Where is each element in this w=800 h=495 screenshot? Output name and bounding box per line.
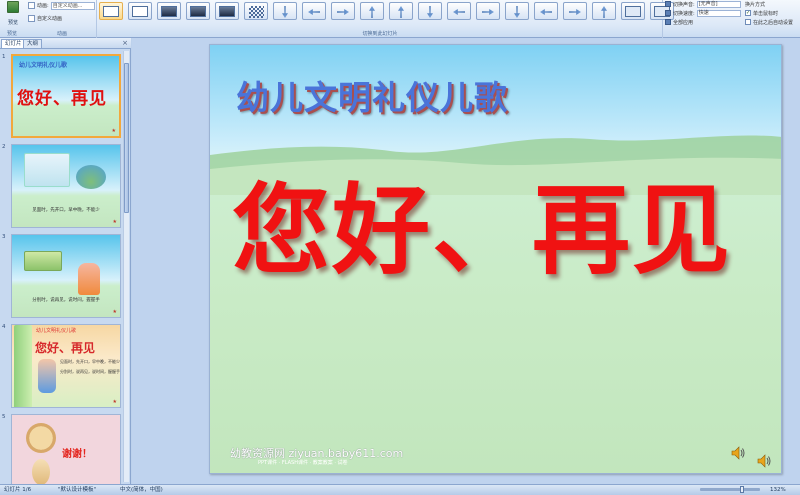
- custom-animation-icon: [28, 15, 35, 22]
- close-icon[interactable]: ×: [122, 39, 128, 48]
- auto-after-checkbox[interactable]: 在此之后自动设置: [745, 18, 793, 26]
- transition-push-up[interactable]: [360, 2, 384, 20]
- bear-body-illustration: [32, 459, 50, 485]
- transition-cover-left[interactable]: [534, 2, 558, 20]
- transitions-group-label: 切换到此幻灯片: [362, 31, 398, 37]
- transition-checker[interactable]: [244, 2, 268, 20]
- slide-thumbnail-4[interactable]: 4 幼儿文明礼仪儿歌 您好、再见 见面时，先开口，早中晚，不能少 分别时，说再见…: [1, 324, 123, 410]
- kids-greeting-illustration: [24, 153, 70, 187]
- slide-thumbnail-5[interactable]: 5 谢谢！: [1, 414, 123, 495]
- animation-dropdown[interactable]: 动画: 自定义动画...: [28, 1, 95, 10]
- transition-cover-up[interactable]: [592, 2, 616, 20]
- on-click-check[interactable]: ✓: [745, 10, 751, 16]
- animation-group-label: 动画: [56, 31, 67, 37]
- advance-header: 换片方式: [745, 1, 766, 8]
- transition-push-left[interactable]: [302, 2, 326, 20]
- preview-button[interactable]: 预览: [3, 1, 23, 29]
- slide-thumbnail-3[interactable]: 3 分别时，说再见，说时间，握握手 ★: [1, 234, 123, 320]
- slide-thumbnail-1[interactable]: 1 幼儿文明礼仪儿歌 您好、再见 ★: [1, 54, 123, 140]
- speaker-icon[interactable]: [756, 453, 772, 469]
- flower-border-illustration: [14, 325, 32, 407]
- on-click-checkbox[interactable]: ✓ 单击鼠标时: [745, 9, 778, 17]
- tab-slides[interactable]: 幻灯片: [1, 39, 26, 48]
- transition-sound-select[interactable]: [无声音]: [696, 0, 741, 8]
- pane-scroll-thumb[interactable]: [124, 63, 129, 213]
- apply-all-button[interactable]: 全部应用: [665, 18, 693, 26]
- transition-fade-black[interactable]: [157, 2, 181, 20]
- slide-position: 幻灯片 1/6: [4, 487, 32, 493]
- status-bar: 幻灯片 1/6 "默认设计模板" 中文(简体，中国) 132%: [0, 484, 800, 495]
- transition-push-down[interactable]: [273, 2, 297, 20]
- slide-title[interactable]: 幼儿文明礼仪儿歌: [236, 71, 508, 119]
- auto-after-check[interactable]: [745, 19, 751, 25]
- transition-dissolve[interactable]: [215, 2, 239, 20]
- transition-split-out[interactable]: [621, 2, 645, 20]
- current-slide[interactable]: 幼儿文明礼仪儿歌 您好、再见 幼教资源网 ziyuan.baby611.com …: [209, 44, 782, 474]
- sound-icon: [665, 1, 671, 7]
- thumbnail-4-canvas: 幼儿文明礼仪儿歌 您好、再见 见面时，先开口，早中晚，不能少 分别时，说再见，说…: [11, 324, 121, 408]
- transition-cut-black[interactable]: [186, 2, 210, 20]
- slide-editor: 幼儿文明礼仪儿歌 您好、再见 幼教资源网 ziyuan.baby611.com …: [132, 38, 800, 484]
- transition-settings: 切换声音: [无声音] 切换速度: 快速 全部应用 换片方式 ✓ 单击鼠标时 在…: [665, 0, 800, 38]
- animation-star-icon: ★: [112, 399, 117, 405]
- thumbnail-5-canvas: 谢谢！: [11, 414, 121, 495]
- transition-wipe-up[interactable]: [389, 2, 413, 20]
- globe-illustration: [76, 165, 106, 189]
- pane-tabs: 幻灯片 大纲 ×: [0, 38, 131, 49]
- zoom-slider[interactable]: [700, 488, 760, 491]
- thumbnail-1-canvas: 幼儿文明礼仪儿歌 您好、再见 ★: [11, 54, 121, 138]
- language-indicator[interactable]: 中文(简体，中国): [120, 485, 163, 495]
- bear-illustration: [26, 423, 56, 453]
- transition-cover-right[interactable]: [563, 2, 587, 20]
- transition-cover-down[interactable]: [505, 2, 529, 20]
- transition-wipe-left[interactable]: [447, 2, 471, 20]
- child-illustration: [38, 359, 56, 393]
- preview-group-label: 预览: [6, 31, 17, 37]
- watermark-subtext: PPT课件 · FLASH课件 · 教案教案 · 试卷: [258, 460, 348, 466]
- slide-headline[interactable]: 您好、再见: [232, 171, 732, 291]
- custom-animation-button[interactable]: 自定义动画: [28, 14, 62, 23]
- transition-wipe-right[interactable]: [476, 2, 500, 20]
- transition-push-right[interactable]: [331, 2, 355, 20]
- preview-icon: [7, 1, 19, 13]
- zoom-level[interactable]: 132%: [770, 485, 786, 495]
- preview-animation-group: 预览 动画: 自定义动画... 自定义动画 预览 动画: [0, 0, 97, 38]
- thumbnail-3-canvas: 分别时，说再见，说时间，握握手 ★: [11, 234, 121, 318]
- transition-wipe-down[interactable]: [418, 2, 442, 20]
- transition-fade[interactable]: [128, 2, 152, 20]
- apply-all-icon: [665, 19, 671, 25]
- animation-star-icon: ★: [112, 309, 117, 315]
- transition-speed-select[interactable]: 快速: [696, 9, 741, 17]
- speed-icon: [665, 10, 671, 16]
- transition-sound[interactable]: 切换声音: [无声音]: [665, 0, 741, 8]
- zoom-slider-knob[interactable]: [740, 486, 744, 493]
- thumbnail-2-canvas: 见面时，先开口，早中晚，不能少 ★: [11, 144, 121, 228]
- animation-star-icon: ★: [111, 128, 116, 134]
- transition-speed[interactable]: 切换速度: 快速: [665, 9, 741, 17]
- speaker-icon[interactable]: [730, 445, 746, 461]
- transition-none[interactable]: [99, 2, 123, 20]
- theme-name: "默认设计模板": [58, 487, 97, 493]
- tab-outline[interactable]: 大纲: [23, 39, 43, 48]
- slide-thumbnail-2[interactable]: 2 见面时，先开口，早中晚，不能少 ★: [1, 144, 123, 230]
- animation-icon: [28, 2, 35, 9]
- ribbon: 预览 动画: 自定义动画... 自定义动画 预览 动画 切换到此幻灯片 切换声音…: [0, 0, 800, 38]
- slides-pane: 幻灯片 大纲 × 1 幼儿文明礼仪儿歌 您好、再见 ★ 2 见面时，先开口，早中…: [0, 38, 131, 495]
- kids-bench-illustration: [24, 251, 62, 271]
- girl-illustration: [78, 263, 100, 295]
- animation-star-icon: ★: [112, 219, 117, 225]
- pane-scrollbar[interactable]: [123, 51, 129, 482]
- transition-gallery: [99, 2, 674, 20]
